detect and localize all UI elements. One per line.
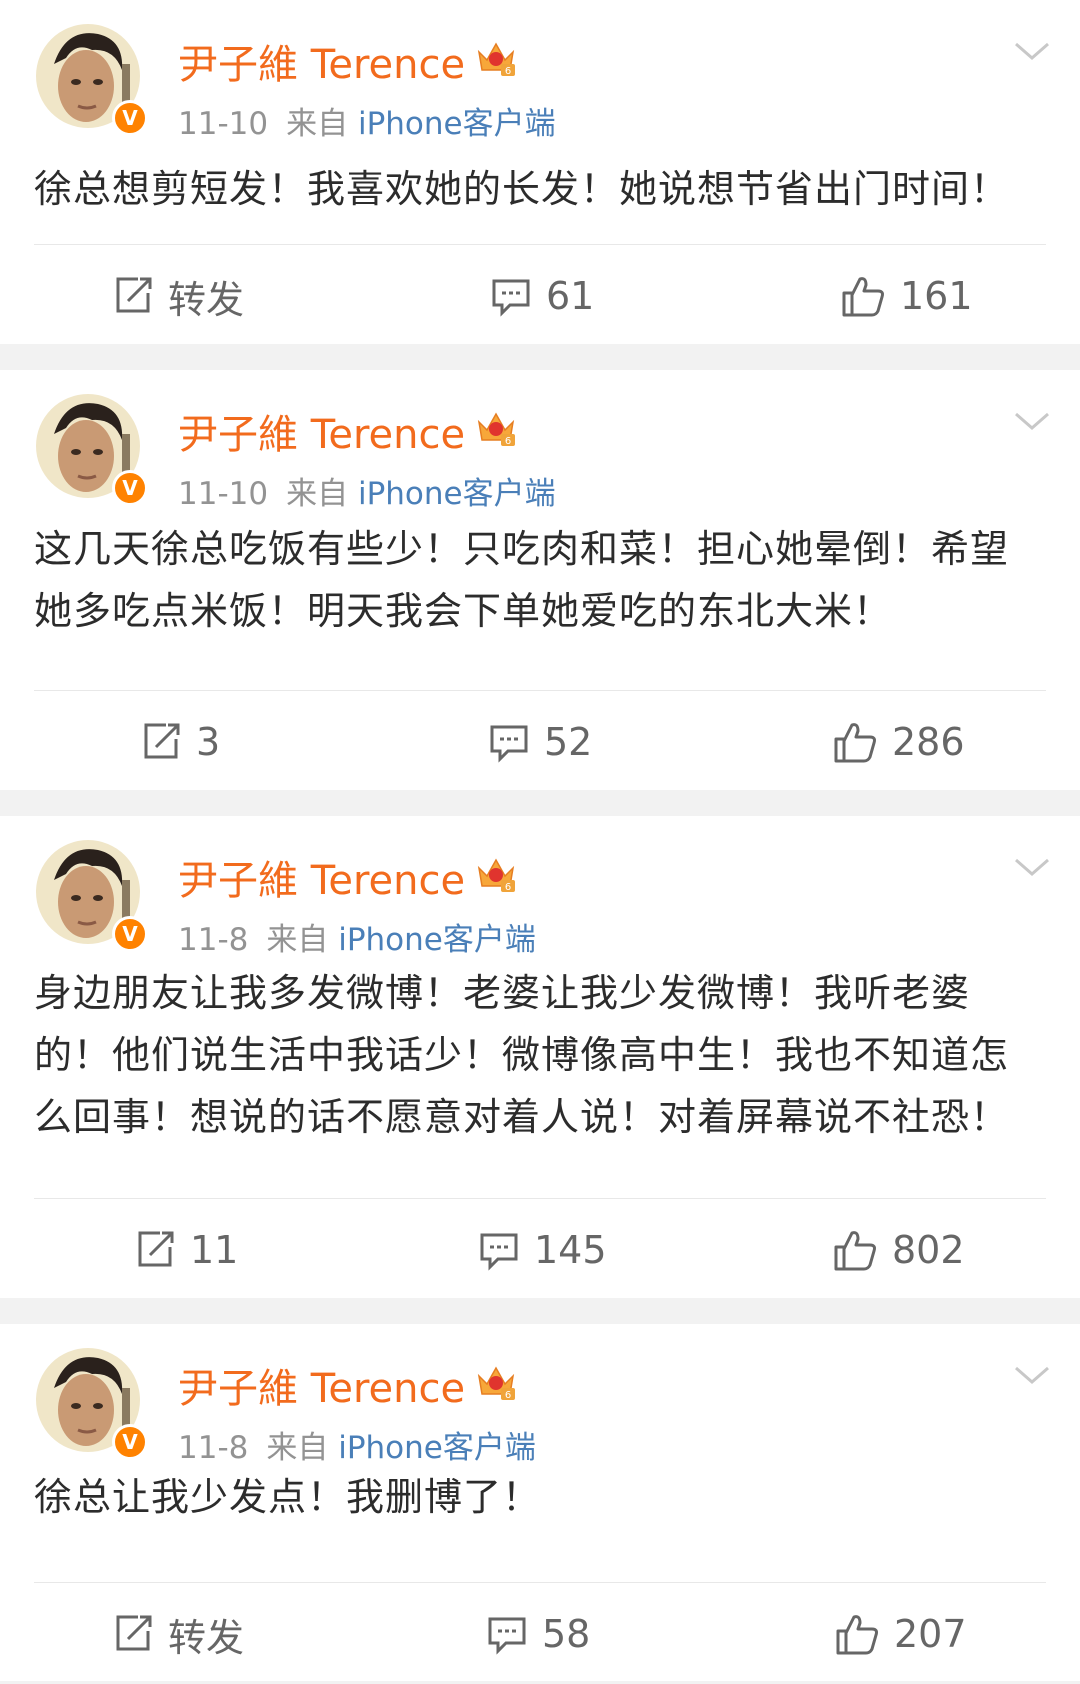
comment-icon — [492, 279, 530, 317]
divider — [34, 690, 1046, 691]
divider — [34, 1582, 1046, 1583]
weibo-post: V 尹子維 Terence 6 11-10 来自 iPhone客户端 徐总想剪短发… — [0, 0, 1080, 344]
crown-level-icon: 6 — [477, 412, 515, 447]
action-bar: 转发 61 161 — [0, 246, 1080, 346]
verified-badge-icon: V — [112, 916, 148, 952]
source-prefix: 来自 — [286, 476, 349, 512]
svg-text:6: 6 — [505, 66, 511, 77]
like-count: 161 — [900, 274, 973, 318]
source-prefix: 来自 — [266, 1430, 329, 1466]
verified-badge-icon: V — [112, 1424, 148, 1460]
like-count: 286 — [892, 720, 965, 764]
action-bar: 转发 58 207 — [0, 1584, 1080, 1684]
repost-button[interactable]: 11 — [134, 1200, 238, 1300]
like-button[interactable]: 802 — [832, 1200, 965, 1300]
avatar[interactable]: V — [36, 840, 148, 952]
weibo-post: V 尹子維 Terence 6 11-8 来自 iPhone客户端 徐总让我少发点… — [0, 1324, 1080, 1681]
post-text: 徐总让我少发点！我删博了！ — [34, 1475, 542, 1519]
like-button[interactable]: 161 — [840, 246, 973, 346]
thumbs-up-icon — [834, 723, 876, 763]
comment-button[interactable]: 52 — [488, 692, 592, 792]
source-prefix: 来自 — [286, 106, 349, 142]
repost-count: 11 — [190, 1228, 239, 1272]
comment-button[interactable]: 145 — [478, 1200, 607, 1300]
chevron-down-icon[interactable] — [1012, 406, 1052, 434]
verified-badge-icon: V — [112, 470, 148, 506]
crown-level-icon: 6 — [477, 858, 515, 893]
repost-icon — [116, 277, 152, 313]
repost-button[interactable]: 3 — [140, 692, 220, 792]
svg-text:6: 6 — [505, 1390, 511, 1401]
avatar[interactable]: V — [36, 24, 148, 136]
weibo-post: V 尹子維 Terence 6 11-8 来自 iPhone客户端 身边朋友让我多… — [0, 816, 1080, 1298]
thumbs-up-icon — [834, 1231, 876, 1271]
crown-level-icon: 6 — [477, 1366, 515, 1401]
repost-label: 转发 — [168, 277, 245, 322]
weibo-post: V 尹子維 Terence 6 11-10 来自 iPhone客户端 这几天徐总吃… — [0, 370, 1080, 790]
comment-button[interactable]: 58 — [486, 1584, 590, 1684]
repost-icon — [116, 1615, 152, 1651]
chevron-down-icon[interactable] — [1012, 852, 1052, 880]
source-device[interactable]: iPhone客户端 — [338, 1430, 536, 1466]
crown-level-icon: 6 — [477, 42, 515, 77]
repost-icon — [138, 1231, 174, 1267]
post-date: 11-8 — [178, 922, 249, 958]
avatar[interactable]: V — [36, 394, 148, 506]
comment-count: 61 — [546, 274, 595, 318]
comment-count: 52 — [544, 720, 593, 764]
action-bar: 11 145 802 — [0, 1200, 1080, 1300]
post-text: 徐总想剪短发！我喜欢她的长发！她说想节省出门时间！ — [34, 167, 1010, 211]
repost-button[interactable]: 转发 — [112, 1584, 244, 1684]
divider — [34, 1198, 1046, 1199]
divider — [34, 244, 1046, 245]
source-prefix: 来自 — [266, 922, 329, 958]
source-device[interactable]: iPhone客户端 — [338, 922, 536, 958]
repost-count: 3 — [196, 720, 221, 764]
source-device[interactable]: iPhone客户端 — [358, 476, 556, 512]
repost-label: 转发 — [168, 1615, 245, 1660]
action-bar: 3 52 286 — [0, 692, 1080, 792]
verified-badge-icon: V — [112, 100, 148, 136]
comment-icon — [480, 1233, 518, 1271]
post-meta: 11-10 来自 iPhone客户端 — [178, 98, 556, 143]
post-meta: 11-8 来自 iPhone客户端 — [178, 1422, 536, 1467]
comment-count: 58 — [542, 1612, 591, 1656]
comment-button[interactable]: 61 — [490, 246, 594, 346]
username[interactable]: 尹子維 Terence — [178, 848, 465, 906]
post-text: 身边朋友让我多发微博！老婆让我少发微博！我听老婆的！他们说生活中我话少！微博像高… — [34, 971, 1010, 1139]
username[interactable]: 尹子維 Terence — [178, 402, 465, 460]
source-device[interactable]: iPhone客户端 — [358, 106, 556, 142]
post-text: 这几天徐总吃饭有些少！只吃肉和菜！担心她晕倒！希望她多吃点米饭！明天我会下单她爱… — [34, 527, 1010, 633]
comment-icon — [490, 725, 528, 763]
like-button[interactable]: 207 — [834, 1584, 967, 1684]
post-date: 11-10 — [178, 476, 269, 512]
repost-icon — [144, 723, 180, 759]
username[interactable]: 尹子維 Terence — [178, 32, 465, 90]
like-button[interactable]: 286 — [832, 692, 965, 792]
like-count: 802 — [892, 1228, 965, 1272]
svg-text:6: 6 — [505, 436, 511, 447]
post-meta: 11-10 来自 iPhone客户端 — [178, 468, 556, 513]
like-count: 207 — [894, 1612, 967, 1656]
post-meta: 11-8 来自 iPhone客户端 — [178, 914, 536, 959]
post-date: 11-10 — [178, 106, 269, 142]
comment-icon — [488, 1617, 526, 1655]
avatar[interactable]: V — [36, 1348, 148, 1460]
repost-button[interactable]: 转发 — [112, 246, 244, 346]
thumbs-up-icon — [836, 1615, 878, 1655]
comment-count: 145 — [534, 1228, 607, 1272]
svg-text:6: 6 — [505, 882, 511, 893]
chevron-down-icon[interactable] — [1012, 1360, 1052, 1388]
thumbs-up-icon — [842, 277, 884, 317]
post-date: 11-8 — [178, 1430, 249, 1466]
username[interactable]: 尹子維 Terence — [178, 1356, 465, 1414]
chevron-down-icon[interactable] — [1012, 36, 1052, 64]
